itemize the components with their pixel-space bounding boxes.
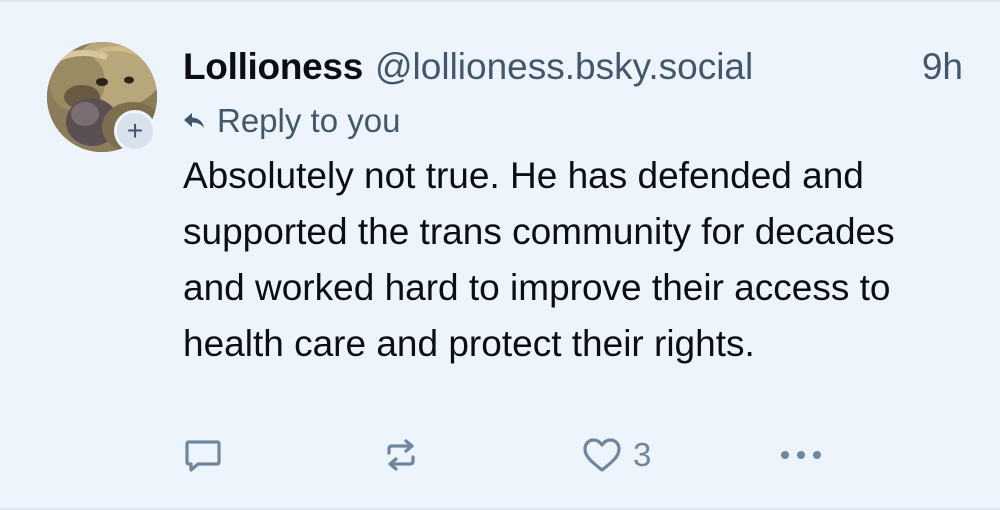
post-timestamp[interactable]: 9h	[922, 46, 963, 88]
avatar-container: +	[47, 42, 157, 152]
like-button[interactable]: 3	[581, 430, 651, 480]
follow-button[interactable]: +	[114, 110, 156, 152]
repost-button[interactable]	[381, 430, 431, 480]
plus-icon: +	[126, 115, 144, 146]
comment-icon	[185, 440, 221, 472]
post-text: Absolutely not true. He has defended and…	[183, 155, 895, 364]
reply-context[interactable]: Reply to you	[183, 98, 400, 144]
more-horizontal-icon	[781, 451, 821, 459]
heart-icon	[583, 438, 621, 472]
post-item[interactable]: + Lollioness @lollioness.bsky.social 9h …	[0, 0, 1000, 510]
author-display-name[interactable]: Lollioness	[183, 46, 363, 88]
post-actions: 3	[183, 430, 843, 480]
more-options-button[interactable]	[777, 430, 825, 480]
post-header: Lollioness @lollioness.bsky.social 9h	[183, 42, 963, 92]
reply-context-label: Reply to you	[217, 102, 401, 139]
reply-arrow-icon	[184, 113, 204, 128]
author-handle[interactable]: @lollioness.bsky.social	[375, 46, 753, 88]
like-count: 3	[633, 436, 652, 473]
repost-icon	[387, 439, 415, 471]
reply-button[interactable]	[183, 430, 233, 480]
